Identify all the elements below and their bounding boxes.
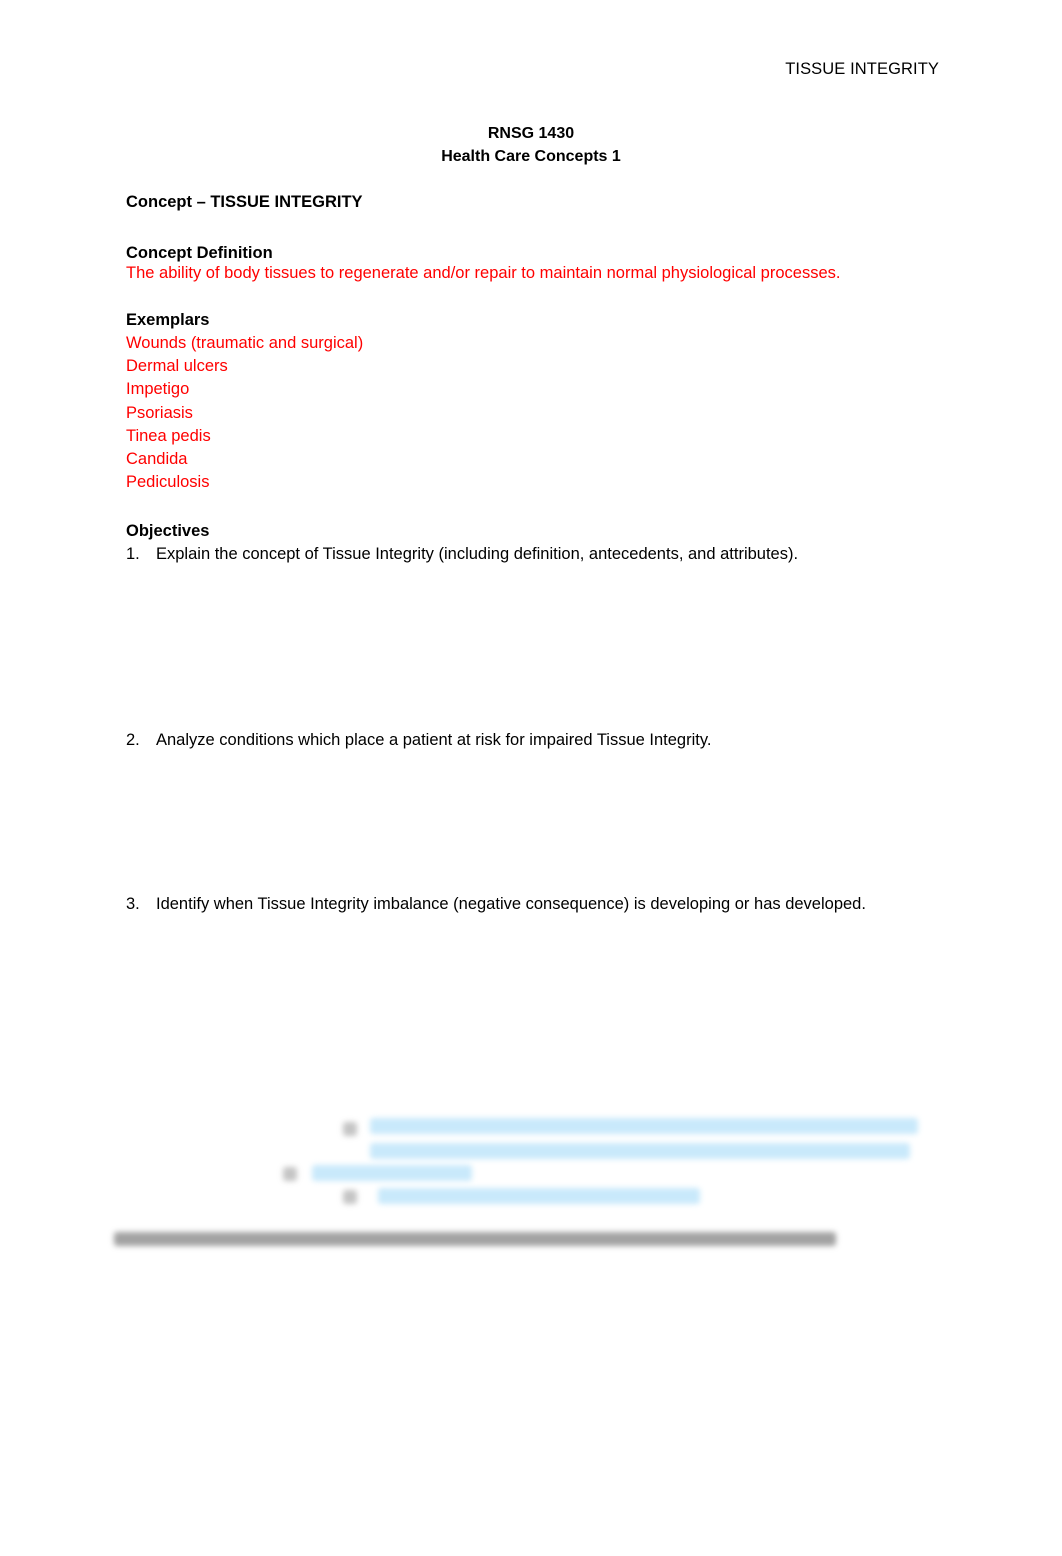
blurred-text-line	[370, 1118, 918, 1134]
blurred-text-line	[312, 1165, 472, 1181]
blurred-footer-line	[114, 1232, 836, 1246]
document-page: TISSUE INTEGRITY RNSG 1430 Health Care C…	[0, 0, 1062, 1556]
blurred-text-line	[370, 1143, 910, 1159]
blurred-bullet	[343, 1190, 357, 1204]
blurred-bullet	[343, 1122, 357, 1136]
blurred-preview-region	[0, 0, 1062, 1556]
blurred-bullet	[283, 1167, 297, 1181]
blurred-text-line	[378, 1188, 700, 1204]
